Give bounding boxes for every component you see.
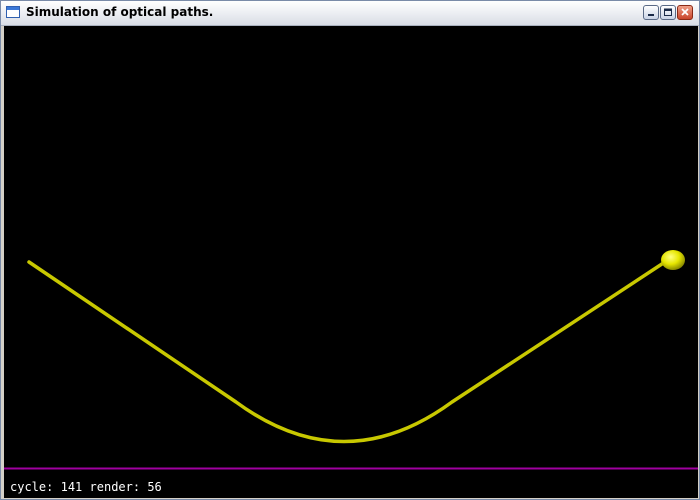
window-icon[interactable] (6, 6, 20, 18)
simulation-canvas[interactable]: cycle: 141 render: 56 (4, 26, 698, 498)
title-bar[interactable]: Simulation of optical paths. (1, 1, 699, 26)
simulation-view (4, 250, 698, 470)
cycle-value: 141 (60, 480, 83, 494)
render-label: render: (89, 480, 141, 494)
render-value: 56 (147, 480, 162, 494)
window-title: Simulation of optical paths. (26, 5, 214, 19)
close-button[interactable] (677, 5, 693, 20)
close-icon (681, 8, 689, 16)
cycle-label: cycle: (10, 480, 54, 494)
optical-path (27, 258, 670, 444)
light-particle (661, 250, 685, 270)
maximize-button[interactable] (660, 5, 676, 20)
status-readout: cycle: 141 render: 56 (10, 480, 162, 494)
minimize-button[interactable] (643, 5, 659, 20)
minimize-icon (648, 14, 654, 16)
application-window: Simulation of optical paths. cycle: 141 … (0, 0, 700, 500)
maximize-icon (664, 8, 672, 16)
